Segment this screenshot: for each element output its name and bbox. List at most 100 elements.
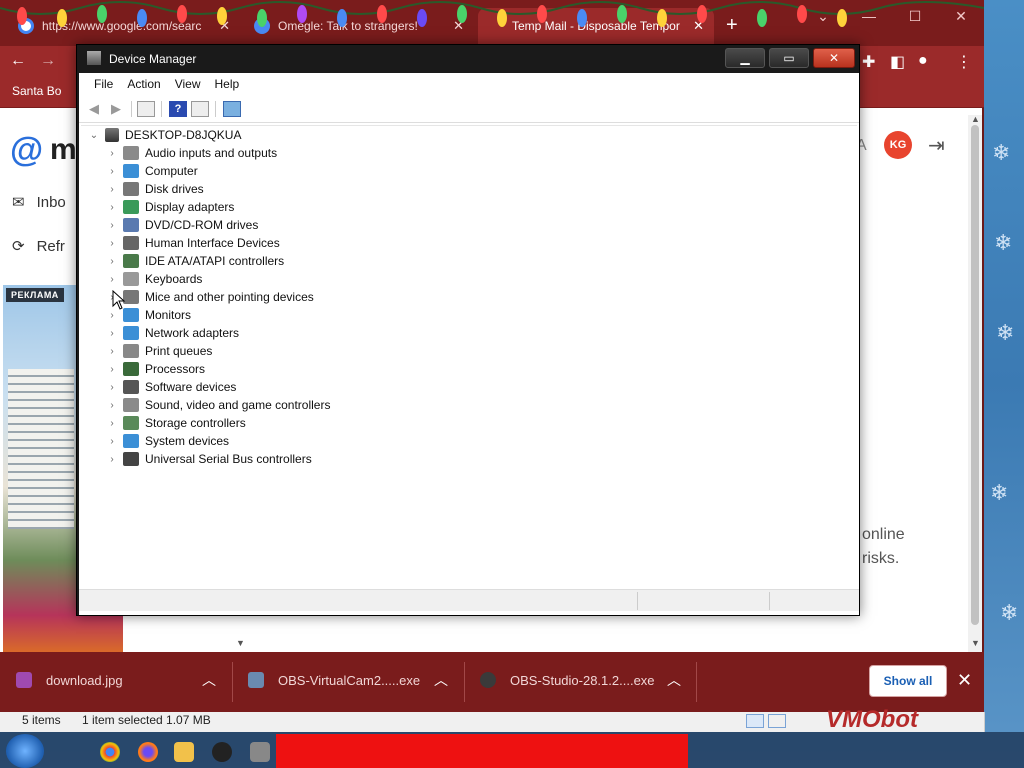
tree-category-item[interactable]: › Mice and other pointing devices: [105, 288, 314, 306]
menu-file[interactable]: File: [87, 77, 120, 91]
profile-icon[interactable]: ●: [918, 52, 928, 70]
chevron-right-icon[interactable]: ›: [105, 256, 119, 267]
chevron-right-icon[interactable]: ›: [105, 220, 119, 231]
chevron-right-icon[interactable]: ›: [105, 202, 119, 213]
tab-label: Omegle: Talk to strangers!: [278, 19, 418, 33]
download-item[interactable]: download.jpg: [16, 672, 123, 688]
new-tab-button[interactable]: +: [726, 14, 738, 37]
chevron-right-icon[interactable]: ›: [105, 400, 119, 411]
side-panel-icon[interactable]: ◧: [890, 52, 905, 72]
tree-category-item[interactable]: › Processors: [105, 360, 205, 378]
speaker-icon: [123, 146, 139, 160]
forward-icon[interactable]: →: [40, 52, 56, 70]
tab-omegle[interactable]: Omegle: Talk to strangers! ✕: [244, 8, 474, 44]
chevron-up-icon[interactable]: ︿: [202, 670, 216, 690]
start-button[interactable]: [6, 734, 44, 768]
extensions-icon[interactable]: ✚: [862, 52, 875, 72]
properties-icon[interactable]: [191, 101, 209, 117]
tree-category-item[interactable]: › Storage controllers: [105, 414, 246, 432]
tree-category-item[interactable]: › Disk drives: [105, 180, 204, 198]
help-icon[interactable]: ?: [169, 101, 187, 117]
forward-icon[interactable]: ▶: [107, 101, 125, 117]
title-bar[interactable]: Device Manager ▁ ▭ ✕: [77, 45, 859, 73]
tree-category-item[interactable]: › IDE ATA/ATAPI controllers: [105, 252, 284, 270]
details-view-icon[interactable]: [746, 714, 764, 728]
chevron-right-icon[interactable]: ›: [105, 436, 119, 447]
tab-temp-mail[interactable]: Temp Mail - Disposable Tempor ✕: [478, 8, 714, 44]
tree-category-label: Processors: [145, 362, 206, 376]
chevron-right-icon[interactable]: ›: [105, 184, 119, 195]
firefox-icon[interactable]: [138, 742, 158, 762]
tab-search-icon[interactable]: ⌄: [800, 0, 846, 32]
chevron-right-icon[interactable]: ›: [105, 364, 119, 375]
download-item[interactable]: OBS-Studio-28.1.2....exe: [480, 672, 655, 688]
show-hide-console-tree-icon[interactable]: [137, 101, 155, 117]
close-button[interactable]: ✕: [938, 0, 984, 32]
tree-category-item[interactable]: › Network adapters: [105, 324, 239, 342]
show-all-button[interactable]: Show all: [869, 665, 947, 697]
page-scrollbar[interactable]: [968, 115, 982, 652]
minimize-button[interactable]: ▁: [725, 48, 765, 68]
chevron-right-icon[interactable]: ›: [105, 328, 119, 339]
tree-category-item[interactable]: › Software devices: [105, 378, 236, 396]
logout-icon[interactable]: ⇥: [928, 133, 945, 158]
menu-icon[interactable]: ⋮: [956, 52, 972, 72]
chevron-up-icon[interactable]: ︿: [434, 670, 448, 690]
chevron-up-icon[interactable]: ︿: [667, 670, 681, 690]
menu-help[interactable]: Help: [208, 77, 247, 91]
scan-hardware-icon[interactable]: [223, 101, 241, 117]
scroll-up-icon[interactable]: ▲: [971, 114, 980, 124]
close-icon[interactable]: ✕: [453, 18, 464, 34]
tree-root[interactable]: ⌄ DESKTOP-D8JQKUA: [87, 126, 241, 144]
scrollbar-thumb[interactable]: [971, 125, 979, 625]
chevron-right-icon[interactable]: ›: [105, 454, 119, 465]
chevron-right-icon[interactable]: ›: [105, 418, 119, 429]
maximize-button[interactable]: ☐: [892, 0, 938, 32]
close-icon[interactable]: ✕: [957, 670, 972, 691]
snowflake-icon: ❄: [1000, 600, 1019, 625]
close-icon[interactable]: ✕: [219, 18, 230, 34]
large-icons-view-icon[interactable]: [768, 714, 786, 728]
tree-category-item[interactable]: › Keyboards: [105, 270, 202, 288]
menu-action[interactable]: Action: [120, 77, 167, 91]
tree-category-item[interactable]: › Audio inputs and outputs: [105, 144, 277, 162]
scroll-down-icon[interactable]: ▼: [971, 638, 980, 648]
chevron-right-icon[interactable]: ›: [105, 148, 119, 159]
download-item[interactable]: OBS-VirtualCam2.....exe: [248, 672, 420, 688]
tree-category-item[interactable]: › Universal Serial Bus controllers: [105, 450, 312, 468]
maximize-button[interactable]: ▭: [769, 48, 809, 68]
chevron-right-icon[interactable]: ›: [105, 346, 119, 357]
file-explorer-icon[interactable]: [174, 742, 194, 762]
tree-category-item[interactable]: › Human Interface Devices: [105, 234, 280, 252]
chevron-right-icon[interactable]: ›: [105, 166, 119, 177]
tree-category-item[interactable]: › Display adapters: [105, 198, 234, 216]
tree-category-item[interactable]: › Computer: [105, 162, 198, 180]
obs-icon[interactable]: [212, 742, 232, 762]
back-icon[interactable]: ←: [10, 52, 26, 70]
chevron-down-icon[interactable]: ⌄: [87, 130, 101, 141]
menu-view[interactable]: View: [168, 77, 208, 91]
chevron-right-icon[interactable]: ›: [105, 382, 119, 393]
chevron-right-icon[interactable]: ›: [105, 310, 119, 321]
avatar[interactable]: KG: [884, 131, 912, 159]
chevron-right-icon[interactable]: ›: [105, 238, 119, 249]
nav-inbox[interactable]: ✉ Inbo: [12, 193, 66, 212]
tab-google[interactable]: https://www.google.com/searc ✕: [8, 8, 240, 44]
minimize-button[interactable]: —: [846, 0, 892, 32]
chrome-icon[interactable]: [100, 742, 120, 762]
tree-category-label: Print queues: [145, 344, 213, 358]
back-icon[interactable]: ◀: [85, 101, 103, 117]
tree-category-label: Human Interface Devices: [145, 236, 280, 250]
divider: [232, 662, 233, 702]
chevron-right-icon[interactable]: ›: [105, 274, 119, 285]
tree-category-item[interactable]: › System devices: [105, 432, 229, 450]
nav-refresh[interactable]: ⟳ Refr: [12, 237, 65, 256]
close-icon[interactable]: ✕: [693, 18, 704, 34]
bookmark-santa[interactable]: Santa Bo: [12, 84, 61, 98]
tree-category-item[interactable]: › Print queues: [105, 342, 212, 360]
device-manager-taskbar-icon[interactable]: [250, 742, 270, 762]
scroll-down-icon[interactable]: ▼: [236, 638, 245, 648]
close-button[interactable]: ✕: [813, 48, 855, 68]
tree-category-item[interactable]: › DVD/CD-ROM drives: [105, 216, 258, 234]
tree-category-item[interactable]: › Sound, video and game controllers: [105, 396, 330, 414]
